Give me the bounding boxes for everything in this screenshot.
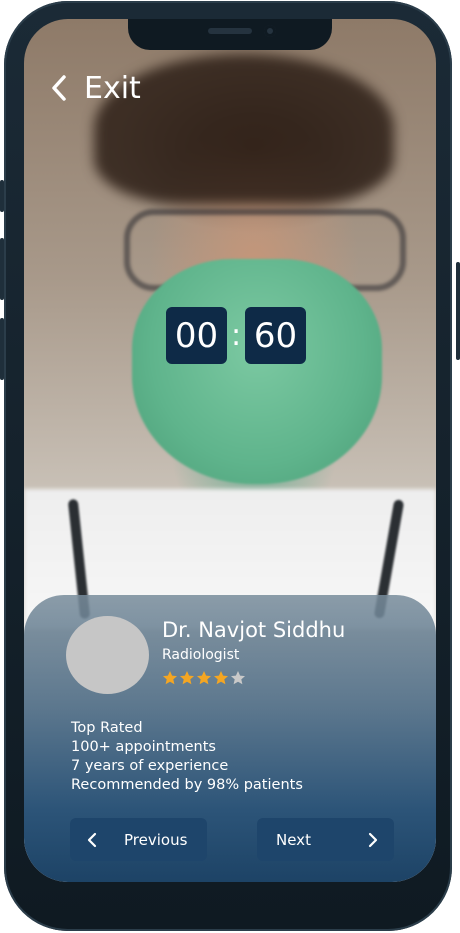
star-filled-icon [197, 671, 211, 685]
mute-switch [0, 180, 4, 212]
chevron-left-icon [52, 75, 66, 101]
call-timer: 00 : 60 [166, 307, 306, 364]
star-empty-icon [231, 671, 245, 685]
star-filled-icon [163, 671, 177, 685]
next-label: Next [276, 830, 311, 849]
doctor-avatar [66, 616, 149, 694]
timer-seconds: 60 [245, 307, 306, 364]
star-filled-icon [180, 671, 194, 685]
speaker-grille [208, 28, 252, 34]
timer-minutes: 00 [166, 307, 227, 364]
exit-button[interactable]: Exit [48, 68, 141, 108]
highlight-item: Recommended by 98% patients [71, 777, 303, 793]
doctor-role: Radiologist [162, 647, 240, 663]
exit-label: Exit [84, 70, 141, 106]
chevron-left-icon [87, 832, 97, 847]
next-button[interactable]: Next [257, 818, 394, 861]
previous-button[interactable]: Previous [70, 818, 207, 861]
doctor-name: Dr. Navjot Siddhu [162, 618, 346, 642]
doctor-highlights: Top Rated 100+ appointments 7 years of e… [71, 719, 303, 795]
volume-up-button [0, 238, 4, 300]
timer-separator: : [230, 318, 242, 353]
rating-stars [162, 670, 246, 686]
doctor-photo-mask [132, 259, 382, 484]
phone-notch [128, 19, 332, 50]
highlight-item: 100+ appointments [71, 739, 216, 755]
volume-down-button [0, 318, 4, 380]
front-camera [264, 25, 276, 37]
chevron-right-icon [368, 832, 378, 847]
star-filled-icon [214, 671, 228, 685]
previous-label: Previous [124, 830, 188, 849]
doctor-info-card: Dr. Navjot Siddhu Radiologist Top Rated … [24, 595, 436, 882]
power-button [456, 262, 460, 360]
highlight-item: 7 years of experience [71, 758, 229, 774]
highlight-item: Top Rated [71, 720, 143, 736]
